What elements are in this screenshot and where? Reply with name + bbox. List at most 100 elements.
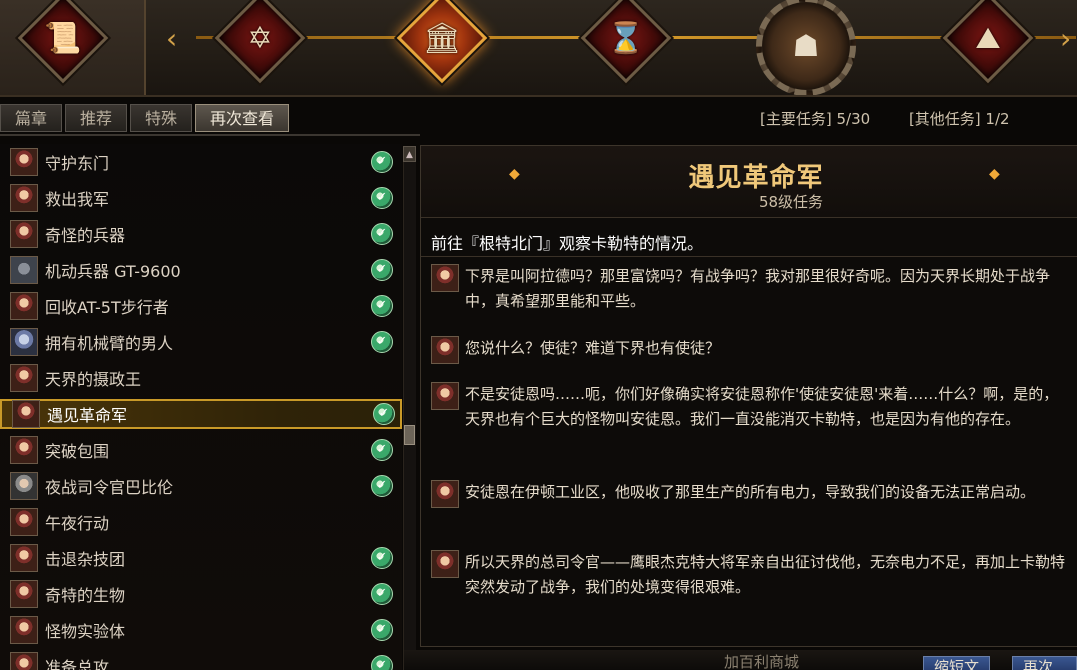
tab-review[interactable]: 再次查看	[195, 104, 290, 132]
other-quest-count: [其他任务] 1/2	[908, 110, 1010, 128]
dialogue-entry: 下界是叫阿拉德吗？那里富饶吗？有战争吗？我对那里很好奇呢。因为天界长期处于战争中…	[431, 264, 1071, 314]
hourglass-icon: ⌛	[607, 20, 645, 56]
completed-icon: ✓	[371, 259, 393, 281]
quest-npc-portrait	[10, 148, 38, 176]
tab-chapter[interactable]: 篇章	[0, 104, 63, 132]
retry-button[interactable]: 再次挑战	[1012, 656, 1077, 670]
completed-icon: ✓	[371, 475, 393, 497]
quest-npc-portrait	[10, 184, 38, 212]
quest-row[interactable]: 机动兵器 GT-9600 ✓	[0, 252, 402, 288]
quest-row[interactable]: 击退杂技团 ✓	[0, 540, 402, 576]
quest-name: 守护东门	[45, 154, 110, 173]
dialogue-text: 安徒恩在伊顿工业区，他吸收了那里生产的所有电力，导致我们的设备无法正常启动。	[465, 483, 1036, 501]
dialogue-entry: 不是安徒恩吗……呃，你们好像确实将安徒恩称作'使徒安徒恩'来着……什么？啊，是的…	[431, 382, 1071, 432]
completed-icon: ✓	[371, 295, 393, 317]
npc-portrait	[431, 550, 459, 578]
quest-row[interactable]: 奇特的生物 ✓	[0, 576, 402, 612]
quest-npc-portrait	[10, 616, 38, 644]
npc-portrait	[431, 264, 459, 292]
scroll-thumb[interactable]	[404, 425, 415, 445]
quest-row[interactable]: 天界的摄政王	[0, 360, 402, 396]
completed-icon: ✓	[371, 439, 393, 461]
quest-row[interactable]: 遇见革命军 ✓	[0, 399, 402, 429]
quest-counts: [主要任务] 5/30 [其他任务] 1/2	[760, 108, 1044, 129]
quest-name: 拥有机械臂的男人	[45, 334, 174, 353]
completed-icon: ✓	[371, 331, 393, 353]
quest-npc-portrait	[10, 292, 38, 320]
quest-list-scrollbar[interactable]	[403, 146, 416, 670]
quest-name: 回收AT-5T步行者	[45, 298, 169, 317]
completed-icon: ✓	[371, 223, 393, 245]
quest-row[interactable]: 奇怪的兵器 ✓	[0, 216, 402, 252]
completed-icon: ✓	[371, 547, 393, 569]
quest-row[interactable]: 夜战司令官巴比伦 ✓	[0, 468, 402, 504]
tab-special[interactable]: 特殊	[130, 104, 193, 132]
quest-detail-panel: ◆ ◆ 遇见革命军 58级任务 前往『根特北门』观察卡勒特的情况。 下界是叫阿拉…	[420, 145, 1077, 647]
quest-name: 机动兵器 GT-9600	[45, 262, 181, 281]
mech-face-icon: ☗	[792, 28, 820, 64]
quest-row[interactable]: 突破包围 ✓	[0, 432, 402, 468]
quest-npc-portrait	[12, 400, 40, 428]
quest-name: 突破包围	[45, 442, 110, 461]
quest-npc-portrait	[10, 364, 38, 392]
quest-row[interactable]: 拥有机械臂的男人 ✓	[0, 324, 402, 360]
completed-icon: ✓	[371, 655, 393, 670]
quest-name: 怪物实验体	[45, 622, 126, 641]
shop-label[interactable]: 加百利商城	[724, 651, 799, 670]
quest-row[interactable]: 准备总攻 ✓	[0, 648, 402, 670]
quest-title: 遇见革命军	[688, 163, 824, 193]
quest-name: 天界的摄政王	[45, 370, 142, 389]
dialogue-entry: 您说什么？使徒？难道下界也有使徒？	[431, 336, 1071, 364]
quest-row[interactable]: 回收AT-5T步行者 ✓	[0, 288, 402, 324]
chapter-next-arrow[interactable]: ›	[1060, 22, 1071, 55]
dialogue-entry: 所以天界的总司令官——鹰眼杰克特大将军亲自出征讨伐他，无奈电力不足，再加上卡勒特…	[431, 550, 1071, 600]
quest-row[interactable]: 守护东门 ✓	[0, 144, 402, 180]
npc-portrait	[431, 336, 459, 364]
scroll-up-button[interactable]: ▲	[403, 146, 416, 162]
scroll-icon: 📜	[44, 20, 82, 56]
quest-name: 击退杂技团	[45, 550, 126, 569]
quest-npc-portrait	[10, 508, 38, 536]
completed-icon: ✓	[371, 583, 393, 605]
volcano-icon: ⛰	[975, 20, 1001, 56]
npc-portrait	[431, 480, 459, 508]
tab-recommended[interactable]: 推荐	[65, 104, 128, 132]
quest-name: 遇见革命军	[47, 406, 128, 425]
quest-tabs: 篇章 推荐 特殊 再次查看	[0, 104, 290, 134]
star-of-david-icon: ✡	[247, 20, 273, 56]
quest-npc-portrait	[10, 436, 38, 464]
dialogue-text: 所以天界的总司令官——鹰眼杰克特大将军亲自出征讨伐他，无奈电力不足，再加上卡勒特…	[465, 553, 1066, 596]
dialogue-text: 下界是叫阿拉德吗？那里富饶吗？有战争吗？我对那里很好奇呢。因为天界长期处于战争中…	[465, 267, 1051, 310]
quest-name: 救出我军	[45, 190, 110, 209]
quest-npc-portrait	[10, 544, 38, 572]
chapter-banner: ‹ › 📜 ✡ 🏛 ⌛ ☗ ⛰	[0, 0, 1077, 97]
tab-divider	[0, 134, 420, 136]
shorten-button[interactable]: 缩短文	[923, 656, 991, 670]
quest-name: 午夜行动	[45, 514, 110, 533]
quest-row[interactable]: 怪物实验体 ✓	[0, 612, 402, 648]
quest-npc-portrait	[10, 256, 38, 284]
quest-npc-portrait	[10, 220, 38, 248]
quest-npc-portrait	[10, 580, 38, 608]
quest-npc-portrait	[10, 328, 38, 356]
quest-objective: 前往『根特北门』观察卡勒特的情况。	[431, 234, 704, 253]
quest-name: 准备总攻	[45, 658, 110, 670]
quest-level: 58级任务	[758, 193, 824, 211]
chapter-prev-arrow[interactable]: ‹	[166, 22, 177, 55]
npc-portrait	[431, 382, 459, 410]
quest-row[interactable]: 午夜行动	[0, 504, 402, 540]
objective-divider	[421, 256, 1077, 257]
completed-icon: ✓	[373, 403, 395, 425]
dialogue-text: 您说什么？使徒？难道下界也有使徒？	[465, 339, 721, 357]
quest-list: 守护东门 ✓ 救出我军 ✓ 奇怪的兵器 ✓ 机动兵器 GT-9600 ✓ 回收AT-5T步行者 ✓…	[0, 144, 402, 670]
completed-icon: ✓	[371, 151, 393, 173]
quest-npc-portrait	[10, 472, 38, 500]
quest-name: 夜战司令官巴比伦	[45, 478, 174, 497]
quest-row[interactable]: 救出我军 ✓	[0, 180, 402, 216]
completed-icon: ✓	[371, 187, 393, 209]
dialogue-text: 不是安徒恩吗……呃，你们好像确实将安徒恩称作'使徒安徒恩'来着……什么？啊，是的…	[465, 385, 1059, 428]
quest-name: 奇怪的兵器	[45, 226, 126, 245]
castle-icon: 🏛	[422, 20, 462, 56]
dialogue-entry: 安徒恩在伊顿工业区，他吸收了那里生产的所有电力，导致我们的设备无法正常启动。	[431, 480, 1071, 508]
quest-npc-portrait	[10, 652, 38, 670]
